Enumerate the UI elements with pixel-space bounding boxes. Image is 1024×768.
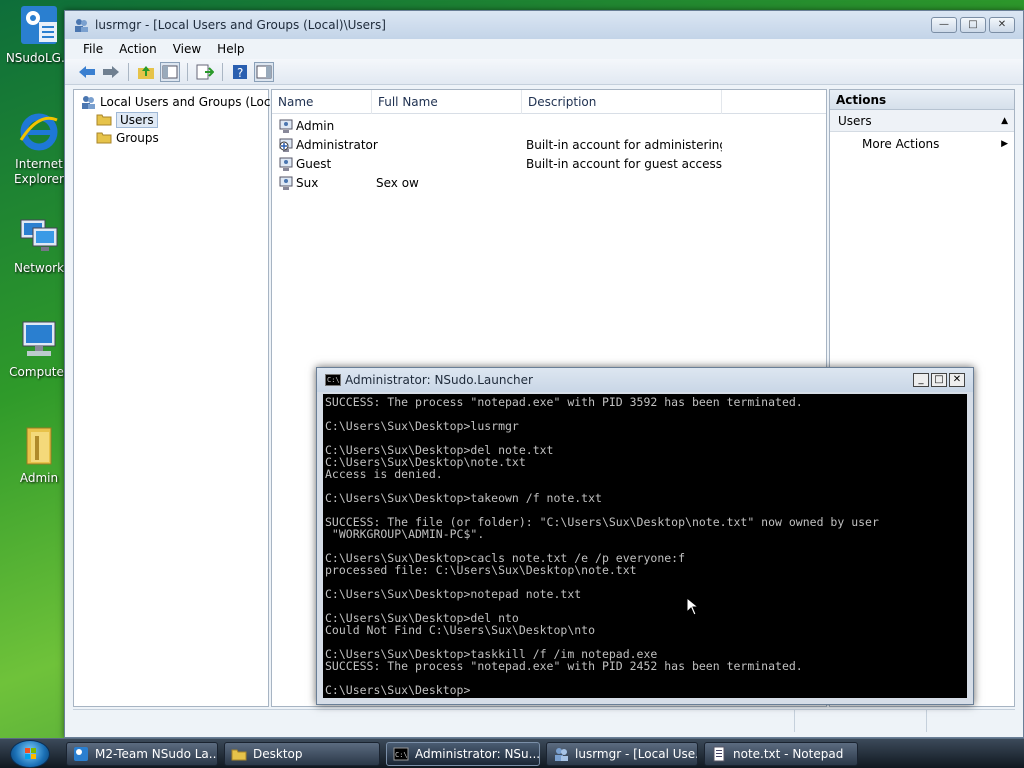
- tree-item-users[interactable]: Users: [96, 112, 158, 128]
- taskbar-item-desktop[interactable]: Desktop: [224, 742, 380, 766]
- taskbar-item-console[interactable]: C:\ Administrator: NSu...: [386, 742, 540, 766]
- forward-arrow-icon[interactable]: [101, 62, 121, 82]
- console-line: C:\Users\Sux\Desktop>notepad note.txt: [325, 587, 582, 601]
- table-row[interactable]: Administrator Built-in account for admin…: [272, 135, 722, 154]
- users-app-icon: [73, 17, 89, 33]
- folder-icon: [96, 112, 112, 128]
- taskbar-item-nsudo[interactable]: M2-Team NSudo La...: [66, 742, 218, 766]
- console-line: C:\Users\Sux\Desktop>takeown /f note.txt: [325, 491, 602, 505]
- console-line: C:\Users\Sux\Desktop>: [325, 683, 471, 697]
- table-row[interactable]: Sux Sex ow: [272, 173, 722, 192]
- console-tree: Local Users and Groups (Local) Users Gro…: [73, 89, 286, 707]
- window-title: lusrmgr - [Local Users and Groups (Local…: [95, 18, 386, 32]
- windows-logo-icon: [25, 748, 36, 759]
- help-icon[interactable]: ?: [230, 62, 250, 82]
- folder-icon: [231, 746, 247, 762]
- taskbar-item-notepad[interactable]: note.txt - Notepad: [704, 742, 858, 766]
- menu-action[interactable]: Action: [111, 42, 165, 56]
- cmd-icon: C:\: [393, 746, 409, 762]
- submenu-arrow-icon: ▶: [1001, 139, 1008, 149]
- network-icon: [17, 214, 61, 258]
- notepad-icon: [711, 746, 727, 762]
- computer-icon: [17, 318, 61, 362]
- console-line: C:\Users\Sux\Desktop>lusrmgr: [325, 419, 519, 433]
- window-titlebar[interactable]: lusrmgr - [Local Users and Groups (Local…: [65, 11, 1023, 39]
- nsudo-app-icon: [17, 4, 61, 48]
- show-hide-action-pane-icon[interactable]: [254, 61, 274, 82]
- column-name[interactable]: Name: [272, 90, 372, 114]
- mouse-cursor-icon: [686, 596, 700, 620]
- console-minimize-button[interactable]: _: [913, 373, 929, 387]
- console-title: Administrator: NSudo.Launcher: [345, 373, 533, 387]
- close-button[interactable]: ✕: [989, 17, 1015, 33]
- back-arrow-icon[interactable]: [77, 62, 97, 82]
- user-icon: [278, 156, 294, 172]
- console-line: SUCCESS: The process "notepad.exe" with …: [325, 395, 803, 409]
- user-folder-icon: [17, 424, 61, 468]
- export-list-icon[interactable]: [195, 62, 215, 82]
- table-row[interactable]: Admin: [272, 116, 722, 135]
- minimize-button[interactable]: —: [931, 17, 957, 33]
- taskbar: M2-Team NSudo La... Desktop C:\ Administ…: [0, 738, 1024, 768]
- console-maximize-button[interactable]: □: [931, 373, 947, 387]
- actions-header: Actions: [830, 90, 1014, 110]
- svg-text:?: ?: [237, 66, 243, 80]
- internet-explorer-icon: [17, 110, 61, 154]
- user-icon: [278, 118, 294, 134]
- start-button[interactable]: [10, 740, 50, 768]
- admin-user-icon: [278, 137, 294, 153]
- users-app-icon: [553, 746, 569, 762]
- console-titlebar[interactable]: C:\ Administrator: NSudo.Launcher: [317, 368, 973, 392]
- console-line: Access is denied.: [325, 467, 443, 481]
- table-row[interactable]: Guest Built-in account for guest access …: [272, 154, 722, 173]
- actions-group-users[interactable]: Users ▲: [830, 110, 1014, 132]
- cmd-icon: C:\: [325, 374, 341, 386]
- toolbar: ?: [65, 59, 1023, 85]
- nsudo-app-icon: [73, 746, 89, 762]
- tree-item-root[interactable]: Local Users and Groups (Local): [80, 94, 286, 110]
- console-close-button[interactable]: ✕: [949, 373, 965, 387]
- console-line: processed file: C:\Users\Sux\Desktop\not…: [325, 563, 637, 577]
- folder-icon: [96, 130, 112, 146]
- nsudo-console-window: C:\ Administrator: NSudo.Launcher _ □ ✕ …: [316, 367, 974, 705]
- console-line: "WORKGROUP\ADMIN-PC$".: [325, 527, 485, 541]
- menu-bar: File Action View Help: [65, 39, 1023, 59]
- taskbar-item-lusrmgr[interactable]: lusrmgr - [Local Use...: [546, 742, 698, 766]
- collapse-arrow-icon: ▲: [1001, 116, 1008, 126]
- console-output[interactable]: SUCCESS: The process "notepad.exe" with …: [323, 394, 967, 698]
- column-full-name[interactable]: Full Name: [372, 90, 522, 114]
- maximize-button[interactable]: □: [960, 17, 986, 33]
- column-description[interactable]: Description: [522, 90, 722, 114]
- user-icon: [278, 175, 294, 191]
- console-line: Could Not Find C:\Users\Sux\Desktop\nto: [325, 623, 596, 637]
- menu-view[interactable]: View: [165, 42, 209, 56]
- tree-item-groups[interactable]: Groups: [96, 130, 159, 146]
- svg-text:C:\: C:\: [395, 751, 408, 759]
- up-folder-icon[interactable]: [136, 62, 156, 82]
- list-header: Name Full Name Description: [272, 90, 826, 114]
- more-actions-item[interactable]: More Actions ▶: [830, 132, 1014, 156]
- console-line: SUCCESS: The process "notepad.exe" with …: [325, 659, 803, 673]
- menu-file[interactable]: File: [75, 42, 111, 56]
- users-group-icon: [80, 94, 96, 110]
- show-hide-tree-icon[interactable]: [160, 61, 180, 82]
- status-bar: [73, 709, 1015, 732]
- menu-help[interactable]: Help: [209, 42, 252, 56]
